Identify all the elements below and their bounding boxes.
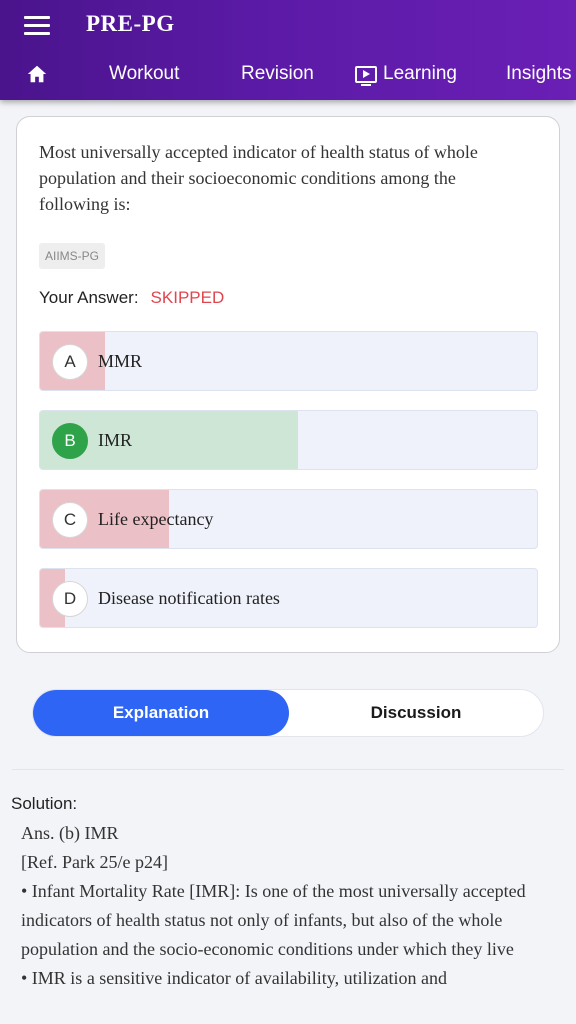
option-c-text: Life expectancy: [98, 509, 214, 529]
option-a[interactable]: A MMR: [39, 331, 538, 391]
hamburger-menu-icon[interactable]: [24, 16, 50, 36]
option-d-letter: D: [52, 581, 88, 617]
option-c-letter: C: [52, 502, 88, 538]
question-text: Most universally accepted indicator of h…: [39, 142, 478, 214]
top-nav: Workout Revision Learning Insights: [0, 52, 576, 96]
nav-workout[interactable]: Workout: [109, 52, 179, 96]
solution-line: • IMR is a sensitive indicator of availa…: [21, 968, 448, 988]
nav-learning-label: Learning: [383, 63, 457, 84]
exam-tag: AIIMS-PG: [39, 243, 106, 269]
solution-line: [Ref. Park 25/e p24]: [21, 852, 168, 872]
play-screen-icon: [355, 65, 377, 86]
your-answer: Your Answer: SKIPPED: [39, 288, 224, 308]
tab-switcher: Explanation Discussion: [32, 689, 544, 737]
nav-insights[interactable]: Insights: [506, 52, 571, 96]
option-d[interactable]: D Disease notification rates: [39, 568, 538, 628]
question-card: Most universally accepted indicator of h…: [16, 116, 560, 653]
option-b-letter: B: [52, 423, 88, 459]
home-icon[interactable]: [26, 52, 48, 96]
nav-learning[interactable]: Learning: [355, 52, 457, 96]
app-bar: PRE-PG Workout Revision Learning Insight…: [0, 0, 576, 100]
option-d-text: Disease notification rates: [98, 588, 280, 608]
nav-revision[interactable]: Revision: [241, 52, 314, 96]
option-b[interactable]: B IMR: [39, 410, 538, 470]
tab-explanation[interactable]: Explanation: [33, 690, 289, 736]
option-b-text: IMR: [98, 430, 133, 450]
tab-discussion[interactable]: Discussion: [289, 690, 543, 736]
solution-body: Ans. (b) IMR [Ref. Park 25/e p24] • Infa…: [21, 819, 566, 993]
your-answer-value: SKIPPED: [150, 288, 225, 307]
explanation-section: Explanation Discussion Solution: Ans. (b…: [0, 668, 576, 1024]
solution-label: Solution:: [11, 794, 78, 813]
option-a-letter: A: [52, 344, 88, 380]
divider: [12, 769, 564, 770]
your-answer-label: Your Answer:: [39, 288, 139, 307]
solution-line: Ans. (b) IMR: [21, 823, 119, 843]
app-title: PRE-PG: [86, 11, 175, 36]
option-a-text: MMR: [98, 351, 143, 371]
option-c[interactable]: C Life expectancy: [39, 489, 538, 549]
solution-line: • Infant Mortality Rate [IMR]: Is one of…: [21, 881, 526, 959]
